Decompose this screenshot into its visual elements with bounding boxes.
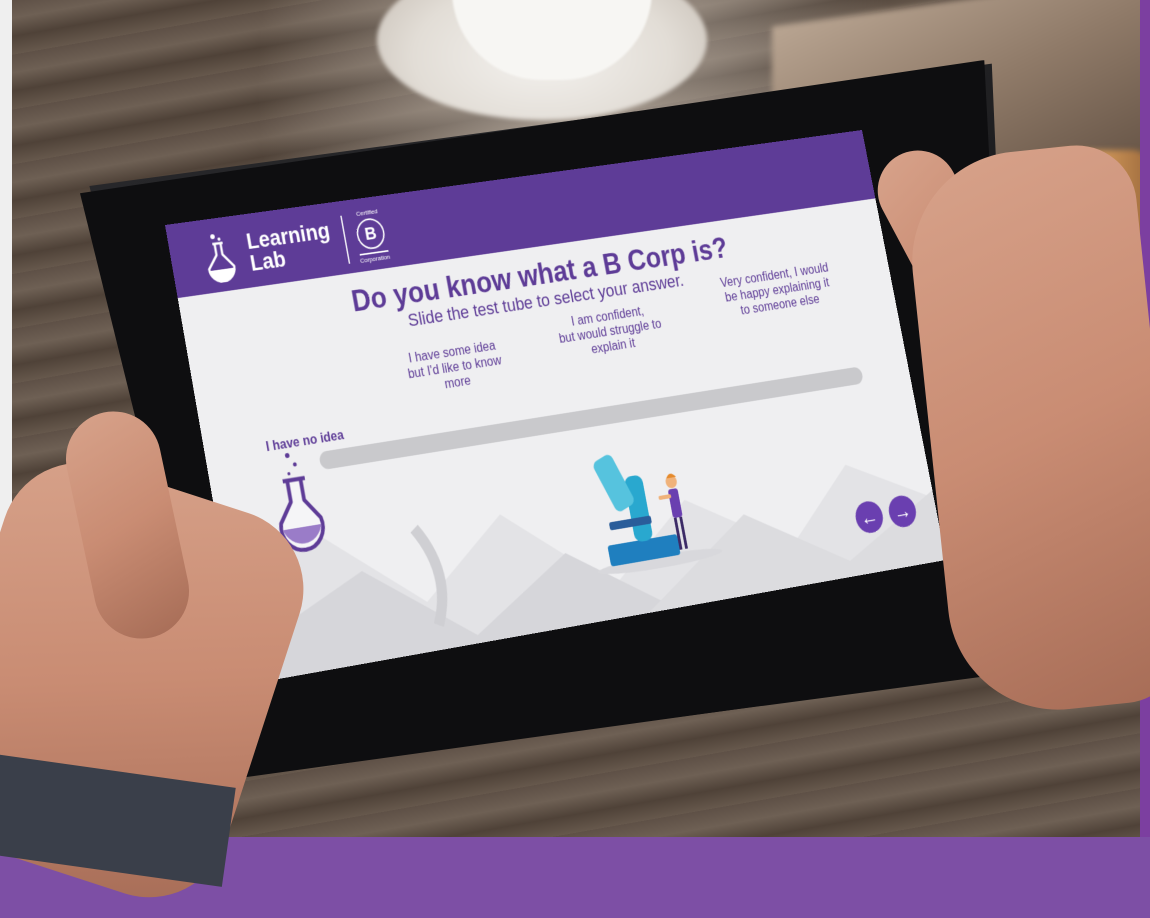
logo-divider [340,215,351,264]
logo-text: Learning Lab [244,218,336,275]
arrow-right-icon: → [891,498,914,525]
arrow-left-icon: ← [858,503,881,531]
microscope-scientist-illustration [591,452,724,579]
bcorp-certified-text: Certified [355,207,379,218]
learning-lab-logo: Learning Lab Certified B Corporation [197,207,391,287]
flask-icon [197,235,246,285]
bcorp-b-icon: B [354,216,387,251]
bcorp-badge: Certified B Corporation [351,207,391,265]
option-some-idea[interactable]: I have some idea but I'd like to know mo… [379,334,529,401]
